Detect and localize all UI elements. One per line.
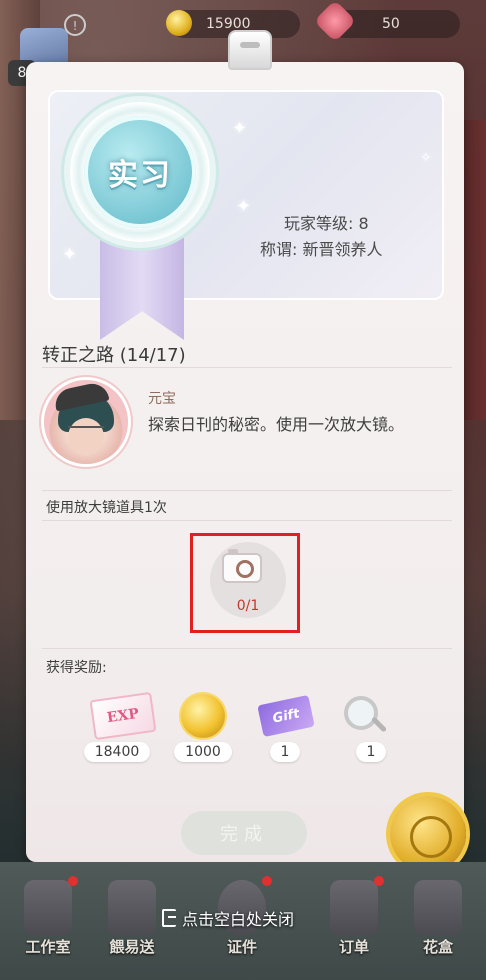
sparkle-icon: ✧ [420, 150, 432, 166]
task-description: 使用放大镜道具1次 [46, 500, 167, 516]
promotion-road-title: 转正之路 (14/17) [42, 345, 186, 366]
nav-label: 工作室 [25, 938, 71, 956]
npc-glasses [68, 426, 104, 438]
exp-card-icon[interactable]: EXP [89, 691, 157, 741]
rank-medal-face: 实习 [84, 116, 196, 228]
delivery-icon [108, 880, 156, 936]
nav-item-flower-box[interactable]: 花盒 [406, 880, 470, 970]
divider [42, 520, 452, 521]
magnifier-lens [344, 696, 378, 730]
npc-message: 探索日刊的秘密。使用一次放大镜。 [148, 415, 405, 434]
order-icon [330, 880, 378, 936]
notification-dot [262, 876, 272, 886]
complete-button[interactable]: 完成 [181, 811, 307, 855]
nav-item-order[interactable]: 订单 [322, 876, 386, 970]
close-hint[interactable]: 点击空白处关闭 [162, 906, 294, 930]
workshop-icon [24, 880, 72, 936]
rewards-label: 获得奖励: [46, 660, 107, 676]
gem-amount: 50 [382, 16, 400, 32]
magnifier-icon[interactable] [344, 696, 388, 738]
sparkle-icon: ✦ [232, 118, 248, 139]
gold-coin-icon [166, 10, 192, 36]
reward-amount: 18400 [84, 742, 150, 762]
rank-medal: 实习 [70, 102, 210, 242]
player-title-text: 称谓: 新晋领养人 [260, 240, 383, 259]
notice-icon[interactable]: ! [64, 14, 86, 36]
nav-label: 餵易送 [109, 938, 155, 956]
exit-icon [162, 909, 176, 927]
sparkle-icon: ✦ [62, 244, 78, 265]
npc-avatar [44, 380, 128, 464]
divider [42, 648, 452, 649]
flower-box-icon [414, 880, 462, 936]
reward-amount: 1000 [174, 742, 232, 762]
npc-name: 元宝 [148, 391, 176, 407]
nav-label: 花盒 [422, 938, 453, 956]
player-level-text: 玩家等级: 8 [284, 214, 369, 233]
gem-counter[interactable]: 50 [313, 0, 460, 43]
paper-clip-decoration [228, 30, 272, 70]
nav-label: 订单 [338, 938, 369, 956]
task-highlight-box [190, 533, 300, 633]
divider [42, 367, 452, 368]
divider [42, 490, 452, 491]
nav-label: 证件 [226, 938, 257, 956]
gold-coin-icon[interactable] [181, 694, 225, 738]
notification-dot [68, 876, 78, 886]
rank-medal-text: 实习 [108, 158, 172, 193]
wax-seal-icon [390, 796, 466, 872]
close-hint-text: 点击空白处关闭 [182, 910, 295, 929]
reward-amount: 1 [270, 742, 300, 762]
nav-item-delivery[interactable]: 餵易送 [100, 880, 164, 970]
nav-item-workshop[interactable]: 工作室 [16, 876, 80, 970]
sparkle-icon: ✦ [236, 196, 252, 217]
reward-amount: 1 [356, 742, 386, 762]
notification-dot [374, 876, 384, 886]
